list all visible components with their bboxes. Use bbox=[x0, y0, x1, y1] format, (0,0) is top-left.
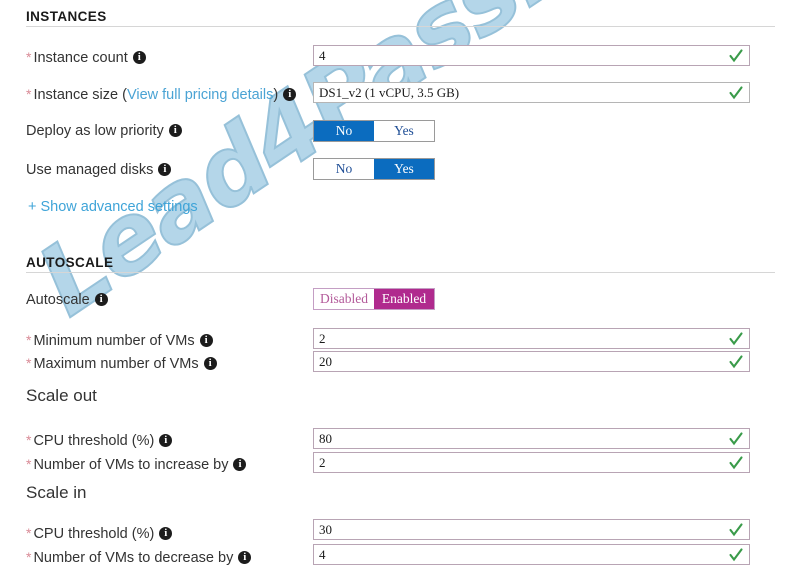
label-use-managed-disks: Use managed disks bbox=[26, 161, 172, 179]
label-deploy-as-low-priority: Deploy as low priority bbox=[26, 122, 182, 140]
toggle-option-enabled[interactable]: Enabled bbox=[374, 289, 434, 309]
toggle-option-yes[interactable]: Yes bbox=[374, 121, 434, 141]
label-scale-out-cpu-threshold-text: CPU threshold (%) bbox=[33, 433, 155, 449]
input-scale-out-cpu-threshold[interactable]: 80 bbox=[313, 428, 750, 449]
info-icon[interactable] bbox=[158, 162, 172, 176]
toggle-option-yes[interactable]: Yes bbox=[374, 159, 434, 179]
input-number-of-vms-to-increase-by[interactable]: 2 bbox=[313, 452, 750, 473]
section-header-autoscale: AUTOSCALE bbox=[26, 255, 114, 270]
label-instance-count: * Instance count bbox=[26, 48, 146, 67]
input-number-of-vms-to-decrease-by-value: 4 bbox=[319, 547, 326, 562]
label-number-of-vms-to-increase-by: * Number of VMs to increase by bbox=[26, 455, 247, 474]
info-icon[interactable] bbox=[203, 356, 217, 370]
required-asterisk: * bbox=[26, 432, 32, 448]
required-asterisk: * bbox=[26, 525, 32, 541]
label-autoscale-text: Autoscale bbox=[26, 292, 90, 308]
input-scale-in-cpu-threshold-value: 30 bbox=[319, 522, 332, 537]
info-icon[interactable] bbox=[283, 87, 297, 101]
label-instance-count-text: Instance count bbox=[33, 50, 128, 66]
divider-autoscale bbox=[26, 272, 775, 273]
label-autoscale: Autoscale bbox=[26, 291, 108, 309]
check-icon bbox=[729, 84, 743, 102]
label-maximum-number-of-vms-text: Maximum number of VMs bbox=[33, 356, 199, 372]
label-minimum-number-of-vms: * Minimum number of VMs bbox=[26, 331, 213, 350]
required-asterisk: * bbox=[26, 332, 32, 348]
required-asterisk: * bbox=[26, 456, 32, 472]
input-instance-size[interactable]: DS1_v2 (1 vCPU, 3.5 GB) bbox=[313, 82, 750, 103]
check-icon bbox=[729, 330, 743, 348]
input-minimum-number-of-vms-value: 2 bbox=[319, 331, 326, 346]
label-minimum-number-of-vms-text: Minimum number of VMs bbox=[33, 333, 195, 349]
label-instance-size-prefix: Instance size ( bbox=[33, 87, 127, 103]
label-scale-in-cpu-threshold: * CPU threshold (%) bbox=[26, 524, 173, 543]
label-number-of-vms-to-increase-by-text: Number of VMs to increase by bbox=[33, 457, 229, 473]
info-icon[interactable] bbox=[238, 550, 252, 564]
input-maximum-number-of-vms[interactable]: 20 bbox=[313, 351, 750, 372]
info-icon[interactable] bbox=[168, 123, 182, 137]
required-asterisk: * bbox=[26, 355, 32, 371]
required-asterisk: * bbox=[26, 86, 32, 102]
subheading-scale-out: Scale out bbox=[26, 386, 97, 405]
input-minimum-number-of-vms[interactable]: 2 bbox=[313, 328, 750, 349]
input-number-of-vms-to-increase-by-value: 2 bbox=[319, 455, 326, 470]
link-view-full-pricing-details[interactable]: View full pricing details bbox=[127, 87, 273, 103]
label-use-managed-disks-text: Use managed disks bbox=[26, 162, 154, 178]
input-scale-out-cpu-threshold-value: 80 bbox=[319, 431, 332, 446]
check-icon bbox=[729, 546, 743, 564]
check-icon bbox=[729, 353, 743, 371]
toggle-option-disabled[interactable]: Disabled bbox=[314, 289, 374, 309]
check-icon bbox=[729, 430, 743, 448]
toggle-deploy-as-low-priority[interactable]: No Yes bbox=[313, 120, 435, 142]
link-show-advanced-settings[interactable]: + Show advanced settings bbox=[28, 199, 198, 215]
label-maximum-number-of-vms: * Maximum number of VMs bbox=[26, 354, 217, 373]
input-instance-count-value: 4 bbox=[319, 48, 326, 63]
info-icon[interactable] bbox=[94, 292, 108, 306]
required-asterisk: * bbox=[26, 549, 32, 565]
divider-instances bbox=[26, 26, 775, 27]
label-deploy-as-low-priority-text: Deploy as low priority bbox=[26, 123, 164, 139]
toggle-option-no[interactable]: No bbox=[314, 159, 374, 179]
check-icon bbox=[729, 454, 743, 472]
toggle-use-managed-disks[interactable]: No Yes bbox=[313, 158, 435, 180]
label-scale-in-cpu-threshold-text: CPU threshold (%) bbox=[33, 526, 155, 542]
subheading-scale-in: Scale in bbox=[26, 483, 87, 502]
label-number-of-vms-to-decrease-by: * Number of VMs to decrease by bbox=[26, 548, 252, 567]
info-icon[interactable] bbox=[199, 333, 213, 347]
check-icon bbox=[729, 47, 743, 65]
input-instance-size-value: DS1_v2 (1 vCPU, 3.5 GB) bbox=[319, 85, 460, 100]
azure-vmss-settings-screen: Lead4Pass.com INSTANCES *Instance count … bbox=[0, 0, 798, 577]
info-icon[interactable] bbox=[132, 50, 146, 64]
input-maximum-number-of-vms-value: 20 bbox=[319, 354, 332, 369]
info-icon[interactable] bbox=[159, 433, 173, 447]
input-instance-count[interactable]: 4 bbox=[313, 45, 750, 66]
info-icon[interactable] bbox=[233, 457, 247, 471]
label-instance-size: * Instance size (View full pricing detail… bbox=[26, 85, 297, 104]
input-scale-in-cpu-threshold[interactable]: 30 bbox=[313, 519, 750, 540]
label-instance-size-suffix: ) bbox=[273, 87, 279, 103]
label-scale-out-cpu-threshold: * CPU threshold (%) bbox=[26, 431, 173, 450]
input-number-of-vms-to-decrease-by[interactable]: 4 bbox=[313, 544, 750, 565]
check-icon bbox=[729, 521, 743, 539]
required-asterisk: * bbox=[26, 49, 32, 65]
info-icon[interactable] bbox=[159, 526, 173, 540]
toggle-option-no[interactable]: No bbox=[314, 121, 374, 141]
toggle-autoscale[interactable]: Disabled Enabled bbox=[313, 288, 435, 310]
section-header-instances: INSTANCES bbox=[26, 9, 107, 24]
label-number-of-vms-to-decrease-by-text: Number of VMs to decrease by bbox=[33, 550, 234, 566]
